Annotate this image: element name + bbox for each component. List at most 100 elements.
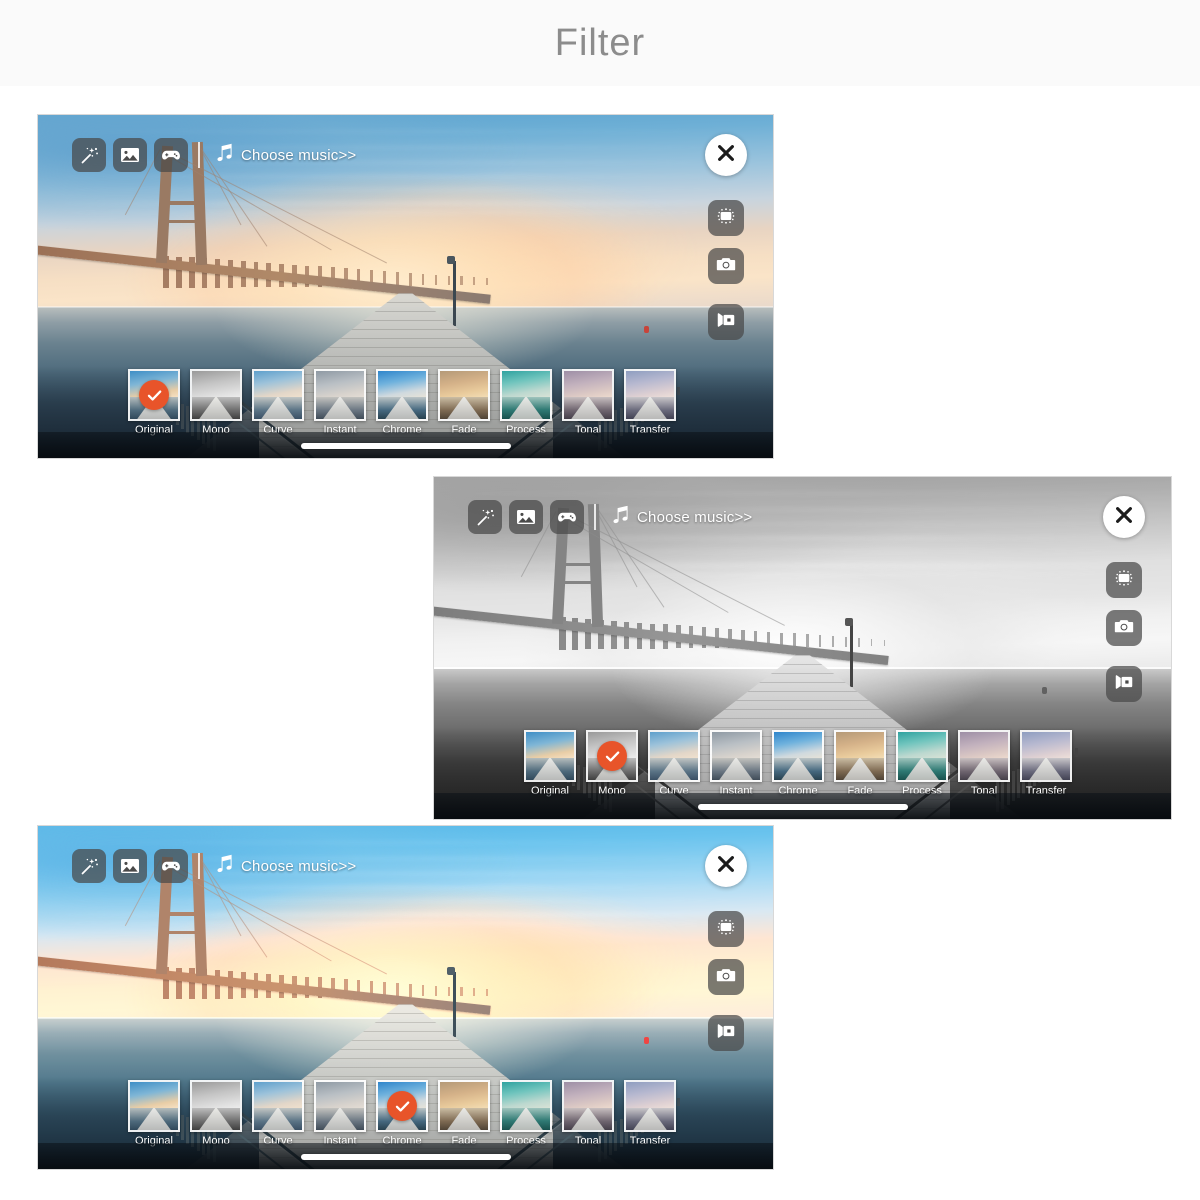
choose-music-label: Choose music>> [637, 508, 753, 526]
panel-mono[interactable]: Choose music>> Original Mono Curve Insta… [433, 476, 1172, 820]
filter-thumbnail[interactable] [958, 730, 1010, 782]
selected-check-badge [387, 1091, 417, 1121]
filter-item-chrome[interactable]: Chrome [767, 730, 829, 797]
magic-wand-button[interactable] [72, 138, 106, 172]
filter-item-tonal[interactable]: Tonal [953, 730, 1015, 797]
filter-thumbnail[interactable] [648, 730, 700, 782]
filter-strip[interactable]: Original Mono Curve Instant Chrome Fade … [519, 730, 1077, 797]
filter-item-transfer[interactable]: Transfer [1015, 730, 1077, 797]
camera-button[interactable] [708, 248, 744, 284]
filter-thumbnail[interactable] [190, 1080, 242, 1132]
filter-thumbnail[interactable] [710, 730, 762, 782]
filter-item-instant[interactable]: Instant [309, 369, 371, 436]
magic-wand-icon [475, 507, 496, 528]
filter-thumbnail[interactable] [896, 730, 948, 782]
choose-music-button[interactable]: Choose music>> [609, 503, 752, 532]
thumb-sky [1022, 732, 1070, 758]
filter-item-original[interactable]: Original [519, 730, 581, 797]
panel-chrome[interactable]: Choose music>> Original Mono Curve Insta… [37, 825, 774, 1170]
filter-item-mono[interactable]: Mono [581, 730, 643, 797]
filter-item-chrome[interactable]: Chrome [371, 1080, 433, 1147]
filter-thumbnail[interactable] [438, 369, 490, 421]
filter-thumbnail[interactable] [562, 1080, 614, 1132]
filter-thumbnail[interactable] [252, 369, 304, 421]
filter-item-instant[interactable]: Instant [309, 1080, 371, 1147]
choose-music-button[interactable]: Choose music>> [213, 852, 356, 881]
filter-item-mono[interactable]: Mono [185, 369, 247, 436]
rotate-button[interactable] [708, 911, 744, 947]
filter-thumbnail[interactable] [314, 369, 366, 421]
close-button[interactable] [705, 845, 747, 887]
close-button[interactable] [1103, 496, 1145, 538]
filter-item-chrome[interactable]: Chrome [371, 369, 433, 436]
filter-item-fade[interactable]: Fade [433, 1080, 495, 1147]
filter-strip[interactable]: Original Mono Curve Instant Chrome Fade … [123, 369, 681, 436]
filter-item-mono[interactable]: Mono [185, 1080, 247, 1147]
filter-item-curve[interactable]: Curve [247, 1080, 309, 1147]
video-button[interactable] [708, 304, 744, 340]
panel-original[interactable]: Choose music>> Original Mono Curve Insta… [37, 114, 774, 459]
photo-button[interactable] [113, 849, 147, 883]
photo-button[interactable] [113, 138, 147, 172]
filter-thumbnail[interactable] [376, 1080, 428, 1132]
rotate-icon [1113, 567, 1135, 594]
video-icon [715, 309, 737, 336]
camera-button[interactable] [708, 959, 744, 995]
rotate-button[interactable] [708, 200, 744, 236]
filter-thumbnail[interactable] [500, 1080, 552, 1132]
filter-item-original[interactable]: Original [123, 1080, 185, 1147]
filter-item-process[interactable]: Process [891, 730, 953, 797]
filter-item-instant[interactable]: Instant [705, 730, 767, 797]
gamepad-button[interactable] [550, 500, 584, 534]
thumb-sky [626, 371, 674, 397]
filter-item-transfer[interactable]: Transfer [619, 369, 681, 436]
filter-item-tonal[interactable]: Tonal [557, 1080, 619, 1147]
filter-item-process[interactable]: Process [495, 369, 557, 436]
filter-thumbnail[interactable] [128, 1080, 180, 1132]
thumb-sky [130, 1082, 178, 1108]
photo-button[interactable] [509, 500, 543, 534]
selected-check-badge [597, 741, 627, 771]
home-indicator[interactable] [697, 804, 908, 810]
filter-thumbnail[interactable] [190, 369, 242, 421]
video-button[interactable] [708, 1015, 744, 1051]
rotate-icon [715, 916, 737, 943]
filter-item-tonal[interactable]: Tonal [557, 369, 619, 436]
filter-thumbnail[interactable] [834, 730, 886, 782]
filter-thumbnail[interactable] [500, 369, 552, 421]
home-indicator[interactable] [300, 1154, 511, 1160]
filter-item-curve[interactable]: Curve [643, 730, 705, 797]
filter-thumbnail[interactable] [438, 1080, 490, 1132]
video-button[interactable] [1106, 666, 1142, 702]
filter-item-original[interactable]: Original [123, 369, 185, 436]
filter-thumbnail[interactable] [376, 369, 428, 421]
choose-music-button[interactable]: Choose music>> [213, 141, 356, 170]
close-button[interactable] [705, 134, 747, 176]
filter-thumbnail[interactable] [314, 1080, 366, 1132]
filter-item-fade[interactable]: Fade [829, 730, 891, 797]
camera-button[interactable] [1106, 610, 1142, 646]
filter-thumbnail[interactable] [524, 730, 576, 782]
filter-thumbnail[interactable] [1020, 730, 1072, 782]
rotate-button[interactable] [1106, 562, 1142, 598]
filter-item-transfer[interactable]: Transfer [619, 1080, 681, 1147]
thumb-sky [192, 371, 240, 397]
filter-thumbnail[interactable] [624, 1080, 676, 1132]
gamepad-icon [160, 855, 182, 877]
magic-wand-button[interactable] [468, 500, 502, 534]
home-indicator[interactable] [300, 443, 511, 449]
filter-item-process[interactable]: Process [495, 1080, 557, 1147]
filter-item-fade[interactable]: Fade [433, 369, 495, 436]
filter-thumbnail[interactable] [252, 1080, 304, 1132]
filter-strip[interactable]: Original Mono Curve Instant Chrome Fade … [123, 1080, 681, 1147]
magic-wand-button[interactable] [72, 849, 106, 883]
gamepad-button[interactable] [154, 138, 188, 172]
filter-thumbnail[interactable] [624, 369, 676, 421]
filter-thumbnail[interactable] [586, 730, 638, 782]
filter-thumbnail[interactable] [772, 730, 824, 782]
gamepad-button[interactable] [154, 849, 188, 883]
thumb-sky [564, 371, 612, 397]
filter-item-curve[interactable]: Curve [247, 369, 309, 436]
filter-thumbnail[interactable] [128, 369, 180, 421]
filter-thumbnail[interactable] [562, 369, 614, 421]
